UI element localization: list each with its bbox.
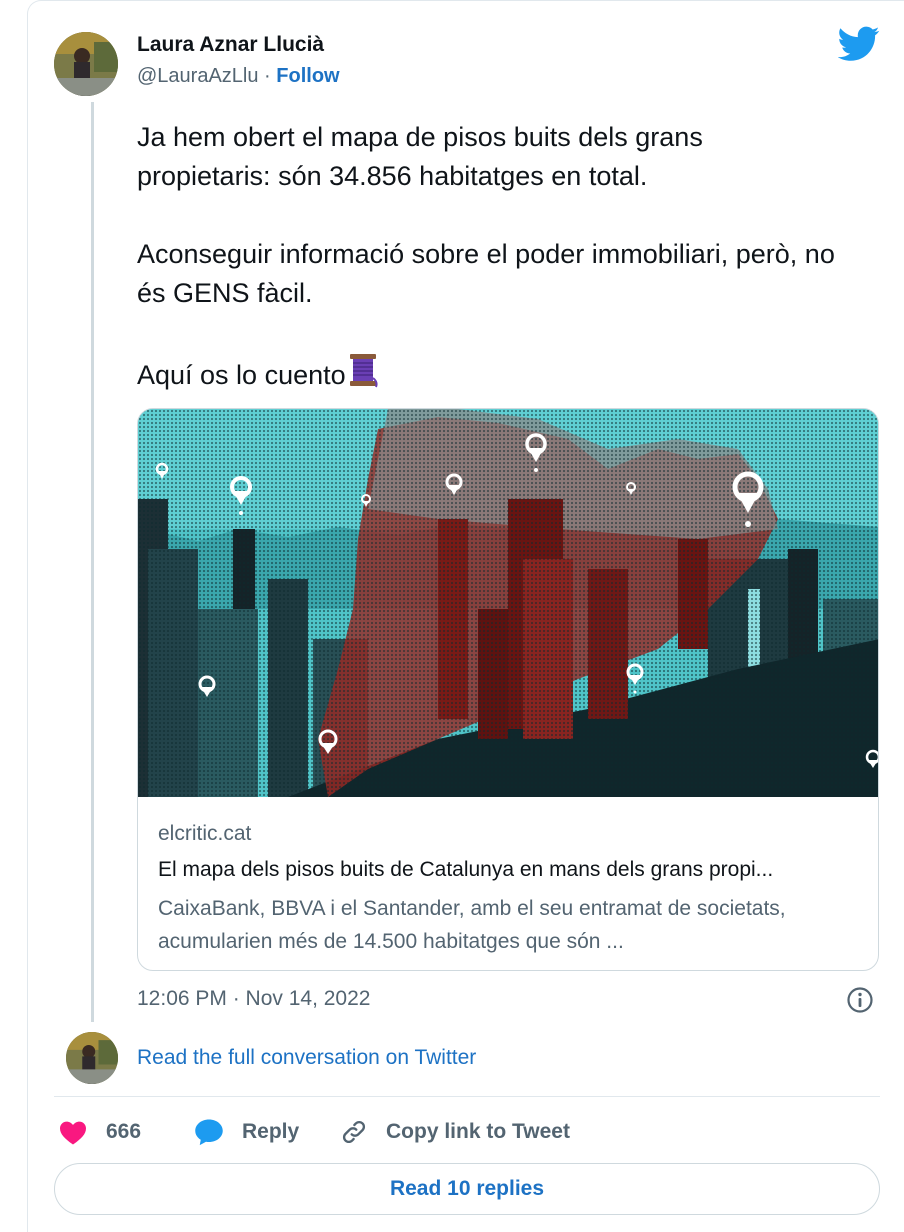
heart-icon	[60, 1121, 86, 1145]
link-icon	[342, 1120, 366, 1144]
read-full-conversation-link[interactable]: Read the full conversation on Twitter	[137, 1046, 476, 1070]
actions-divider	[54, 1096, 880, 1097]
info-icon[interactable]	[846, 986, 874, 1014]
thread-spool-icon	[349, 354, 378, 388]
copy-link-action[interactable]: Copy link to Tweet	[340, 1112, 570, 1152]
handle-separator: ·	[258, 65, 277, 87]
author-name[interactable]: Laura Aznar Llucià	[137, 33, 324, 57]
tweet-paragraph-2: Aconseguir informació sobre el poder imm…	[137, 239, 835, 308]
link-preview-image	[138, 409, 878, 797]
reader-avatar[interactable]	[66, 1032, 118, 1084]
reply-label: Reply	[242, 1120, 300, 1143]
link-domain: elcritic.cat	[158, 822, 252, 845]
like-count: 666	[106, 1120, 142, 1143]
author-handle-row: @LauraAzLlu · Follow	[137, 65, 340, 88]
follow-button[interactable]: Follow	[276, 65, 339, 87]
tweet-timestamp[interactable]: 12:06 PM · Nov 14, 2022	[137, 987, 370, 1011]
author-handle[interactable]: @LauraAzLlu	[137, 65, 258, 87]
reply-bubble-icon	[195, 1119, 223, 1146]
reply-action[interactable]: Reply	[194, 1112, 299, 1152]
thread-connector-line	[91, 102, 94, 1022]
link-preview-card[interactable]: elcritic.cat El mapa dels pisos buits de…	[137, 408, 879, 971]
tweet-actions-bar: 666 Reply Copy link to Tweet	[58, 1112, 878, 1152]
copy-link-label: Copy link to Tweet	[386, 1120, 570, 1143]
author-avatar[interactable]	[54, 32, 118, 96]
read-replies-button[interactable]: Read 10 replies	[54, 1163, 880, 1215]
twitter-bird-icon[interactable]	[838, 26, 880, 62]
like-action[interactable]: 666	[58, 1112, 141, 1152]
link-description: CaixaBank, BBVA i el Santander, amb el s…	[158, 897, 786, 953]
tweet-paragraph-3-text: Aquí os lo cuento	[137, 360, 346, 390]
tweet-text: Ja hem obert el mapa de pisos buits dels…	[137, 118, 837, 395]
link-title: El mapa dels pisos buits de Catalunya en…	[158, 858, 774, 881]
tweet-paragraph-3: Aquí os lo cuento	[137, 352, 837, 395]
tweet-paragraph-1: Ja hem obert el mapa de pisos buits dels…	[137, 122, 703, 191]
